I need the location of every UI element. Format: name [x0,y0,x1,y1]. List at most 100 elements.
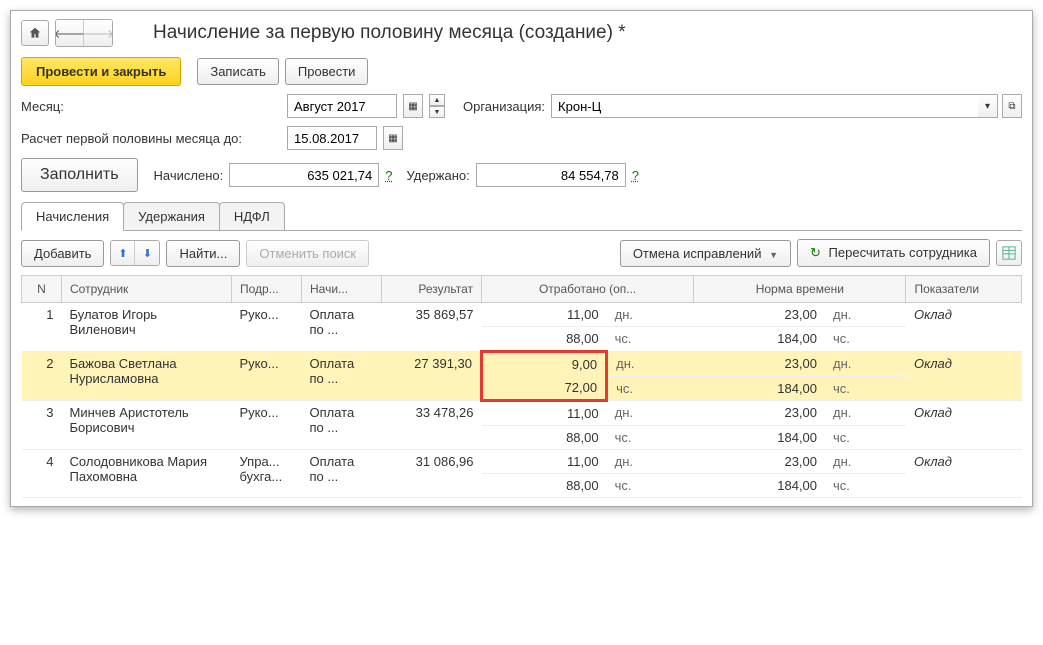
col-result[interactable]: Результат [382,276,482,303]
result[interactable]: 35 869,57 [382,303,482,352]
unit-hours: чс. [607,474,694,498]
unit-days: дн. [607,352,694,377]
indicator[interactable]: Оклад [906,401,1022,450]
result[interactable]: 33 478,26 [382,401,482,450]
refresh-icon [810,245,825,260]
col-dept[interactable]: Подр... [232,276,302,303]
accrual-type[interactable]: Оплатапо ... [302,401,382,450]
norm-days[interactable]: 23,00 [694,303,825,327]
col-indicators[interactable]: Показатели [906,276,1022,303]
norm-hours[interactable]: 184,00 [694,426,825,450]
employee-name[interactable]: Солодовникова МарияПахомовна [62,450,232,498]
norm-hours[interactable]: 184,00 [694,474,825,498]
norm-days[interactable]: 23,00 [694,352,825,377]
unit-days: дн. [825,303,906,327]
unit-hours: чс. [825,426,906,450]
employee-name[interactable]: Бажова СветланаНурисламовна [62,352,232,401]
recalc-employee-button[interactable]: Пересчитать сотрудника [797,239,990,267]
unit-hours: чс. [607,426,694,450]
tab-accruals[interactable]: Начисления [21,202,124,231]
recalc-employee-label: Пересчитать сотрудника [829,245,977,260]
result[interactable]: 31 086,96 [382,450,482,498]
organization-open-icon[interactable]: ⧉ [1002,94,1022,118]
worked-hours[interactable]: 72,00 [482,376,607,401]
organization-dropdown-icon[interactable]: ▾ [978,94,998,118]
save-button[interactable]: Записать [197,58,279,85]
employee-name[interactable]: Булатов ИгорьВиленович [62,303,232,352]
accrued-value[interactable] [229,163,379,187]
dept[interactable]: Руко... [232,401,302,450]
accrual-type[interactable]: Оплатапо ... [302,303,382,352]
add-button[interactable]: Добавить [21,240,104,267]
accrual-type[interactable]: Оплатапо ... [302,450,382,498]
unit-hours: чс. [607,327,694,352]
forward-button[interactable]: 🡒 [84,20,112,46]
dept[interactable]: Упра...бухга... [232,450,302,498]
tab-ndfl[interactable]: НДФЛ [219,202,285,230]
page-title: Начисление за первую половину месяца (со… [153,22,626,44]
month-calendar-icon[interactable]: ▦ [403,94,423,118]
accrued-help-icon[interactable]: ? [385,168,392,183]
cancel-corrections-button[interactable]: Отмена исправлений ▼ [620,240,791,267]
table-row[interactable]: 1 Булатов ИгорьВиленович Руко... Оплатап… [22,303,1022,327]
month-label: Месяц: [21,99,281,114]
back-button[interactable]: 🡐 [56,20,84,46]
worked-hours[interactable]: 88,00 [482,474,607,498]
norm-hours[interactable]: 184,00 [694,376,825,401]
unit-days: дн. [825,352,906,377]
indicator[interactable]: Оклад [906,303,1022,352]
table-row[interactable]: 2 Бажова СветланаНурисламовна Руко... Оп… [22,352,1022,377]
table-row[interactable]: 4 Солодовникова МарияПахомовна Упра...бу… [22,450,1022,474]
post-and-close-button[interactable]: Провести и закрыть [21,57,181,86]
unit-days: дн. [825,401,906,426]
month-down-icon[interactable]: ▼ [429,106,445,118]
move-down-icon[interactable]: ⬇ [135,241,159,265]
employee-name[interactable]: Минчев АристотельБорисович [62,401,232,450]
home-button[interactable] [21,20,49,46]
grid-settings-icon[interactable] [996,240,1022,266]
worked-days[interactable]: 11,00 [482,401,607,426]
dept[interactable]: Руко... [232,303,302,352]
col-n[interactable]: N [22,276,62,303]
unit-days: дн. [607,450,694,474]
row-number: 1 [22,303,62,352]
result[interactable]: 27 391,30 [382,352,482,401]
indicator[interactable]: Оклад [906,450,1022,498]
organization-label: Организация: [463,99,545,114]
worked-days[interactable]: 11,00 [482,450,607,474]
table-row[interactable]: 3 Минчев АристотельБорисович Руко... Опл… [22,401,1022,426]
organization-input[interactable] [551,94,978,118]
col-accrual[interactable]: Начи... [302,276,382,303]
norm-days[interactable]: 23,00 [694,401,825,426]
unit-hours: чс. [607,376,694,401]
unit-days: дн. [607,303,694,327]
col-norm[interactable]: Норма времени [694,276,906,303]
norm-days[interactable]: 23,00 [694,450,825,474]
worked-days[interactable]: 9,00 [482,352,607,377]
worked-hours[interactable]: 88,00 [482,426,607,450]
row-number: 2 [22,352,62,401]
indicator[interactable]: Оклад [906,352,1022,401]
withheld-help-icon[interactable]: ? [632,168,639,183]
month-up-icon[interactable]: ▲ [429,94,445,106]
find-button[interactable]: Найти... [166,240,240,267]
unit-days: дн. [825,450,906,474]
col-employee[interactable]: Сотрудник [62,276,232,303]
post-button[interactable]: Провести [285,58,369,85]
calc-date-input[interactable] [287,126,377,150]
fill-button[interactable]: Заполнить [21,158,138,192]
col-worked[interactable]: Отработано (оп... [482,276,694,303]
withheld-label: Удержано: [407,168,470,183]
tab-withholdings[interactable]: Удержания [123,202,220,230]
norm-hours[interactable]: 184,00 [694,327,825,352]
unit-hours: чс. [825,376,906,401]
worked-hours[interactable]: 88,00 [482,327,607,352]
move-up-icon[interactable]: ⬆ [111,241,135,265]
dept[interactable]: Руко... [232,352,302,401]
withheld-value[interactable] [476,163,626,187]
unit-days: дн. [607,401,694,426]
month-input[interactable] [287,94,397,118]
accrual-type[interactable]: Оплатапо ... [302,352,382,401]
calc-date-calendar-icon[interactable]: ▦ [383,126,403,150]
worked-days[interactable]: 11,00 [482,303,607,327]
